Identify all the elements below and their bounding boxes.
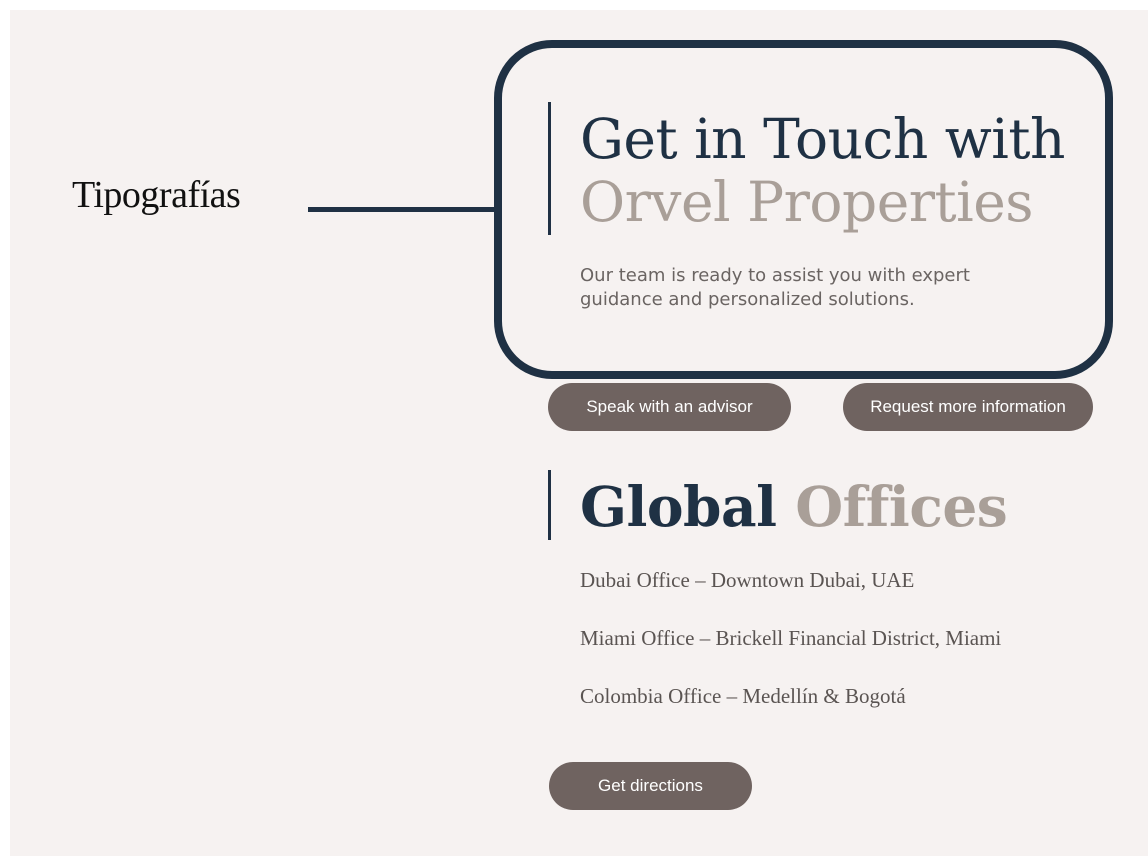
annotation-connector-line: [308, 207, 496, 212]
speak-with-advisor-button[interactable]: Speak with an advisor: [548, 383, 791, 431]
offices-title-muted: Offices: [795, 474, 1008, 539]
hero-title-line-1: Get in Touch with: [580, 107, 1065, 171]
annotation-label: Tipografías: [72, 174, 241, 216]
hero-title-line-2: Orvel Properties: [580, 170, 1034, 234]
office-item-miami: Miami Office – Brickell Financial Distri…: [580, 626, 1002, 650]
hero-accent-bar: [548, 102, 551, 235]
request-information-button[interactable]: Request more information: [843, 383, 1093, 431]
get-directions-button[interactable]: Get directions: [549, 762, 752, 810]
hero-title: Get in Touch with Orvel Properties: [580, 108, 1065, 234]
office-item-dubai: Dubai Office – Downtown Dubai, UAE: [580, 568, 915, 592]
hero-description: Our team is ready to assist you with exp…: [580, 265, 970, 310]
offices-title-dark: Global: [580, 474, 777, 539]
office-item-colombia: Colombia Office – Medellín & Bogotá: [580, 684, 906, 708]
offices-title: Global Offices: [580, 474, 1008, 539]
offices-accent-bar: [548, 470, 551, 540]
